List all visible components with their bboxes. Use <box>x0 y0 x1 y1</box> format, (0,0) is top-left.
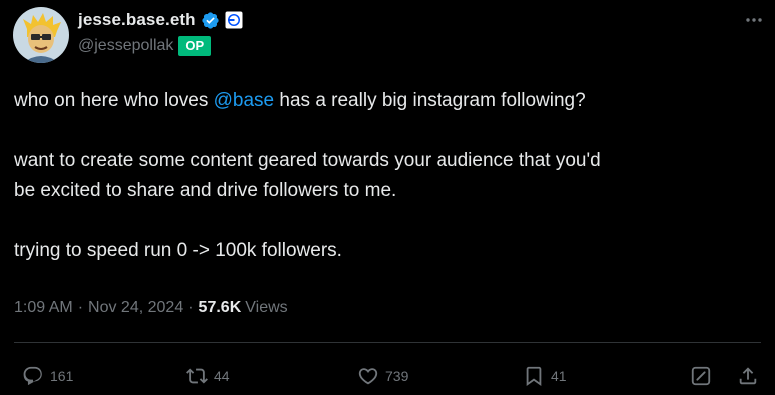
grok-icon <box>691 366 711 386</box>
views-count: 57.6K <box>198 299 242 316</box>
like-button[interactable]: 739 <box>357 364 408 388</box>
more-options-icon[interactable] <box>743 9 765 31</box>
tweet-date[interactable]: Nov 24, 2024 <box>88 299 183 317</box>
reply-icon <box>23 366 42 386</box>
author-handle[interactable]: @jessepollak <box>78 37 173 55</box>
bookmark-icon <box>526 366 542 387</box>
tweet-paragraph-2: want to create some content geared towar… <box>14 150 601 201</box>
bookmark-button[interactable]: 41 <box>523 364 567 388</box>
meta-separator: · <box>77 299 84 316</box>
base-affiliate-icon[interactable] <box>225 11 243 29</box>
reply-count: 161 <box>50 368 74 384</box>
share-button[interactable] <box>737 364 759 388</box>
share-icon <box>739 367 757 385</box>
divider <box>14 342 761 343</box>
author-display-name[interactable]: jesse.base.eth <box>78 10 196 30</box>
tweet-line1-before: who on here who loves <box>14 90 214 111</box>
author-handle-row: @jessepollak OP <box>78 35 212 57</box>
repost-icon <box>186 368 208 384</box>
bookmark-count: 41 <box>551 368 567 384</box>
tweet-meta: 1:09 AM · Nov 24, 2024 · 57.6K Views <box>14 296 288 320</box>
tweet-paragraph-3: trying to speed run 0 -> 100k followers. <box>14 240 342 261</box>
grok-button[interactable] <box>690 364 712 388</box>
mention-link[interactable]: @base <box>214 90 275 111</box>
author-name-row: jesse.base.eth <box>78 8 243 32</box>
tweet-time[interactable]: 1:09 AM <box>14 299 73 317</box>
avatar[interactable] <box>13 7 69 63</box>
repost-count: 44 <box>214 368 230 384</box>
tweet-line1-after: has a really big instagram following? <box>274 90 586 111</box>
meta-separator: · <box>188 299 194 316</box>
tweet-text: who on here who loves @base has a really… <box>14 86 759 266</box>
views-label: Views <box>245 299 288 316</box>
verified-badge-icon[interactable] <box>201 11 220 30</box>
like-count: 739 <box>385 368 409 384</box>
reply-button[interactable]: 161 <box>22 364 73 388</box>
heart-icon <box>358 368 378 385</box>
op-badge: OP <box>178 36 212 56</box>
repost-button[interactable]: 44 <box>186 364 230 388</box>
